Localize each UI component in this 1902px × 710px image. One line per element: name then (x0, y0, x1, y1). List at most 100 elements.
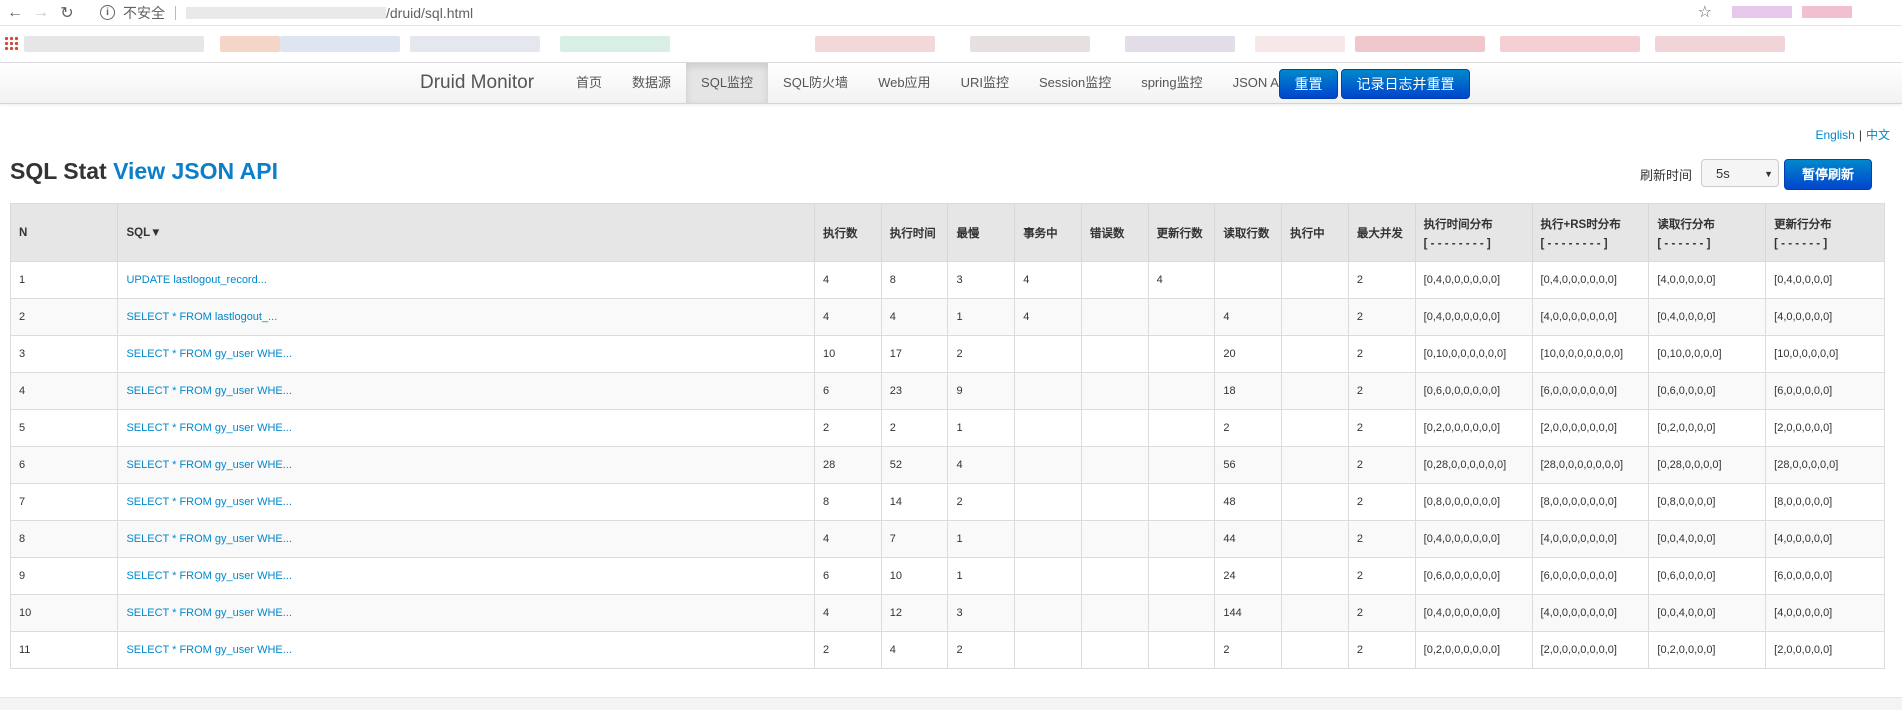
table-cell: 4 (880, 631, 948, 669)
table-cell: 18 (1214, 372, 1282, 410)
column-header[interactable]: 更新行数 (1147, 203, 1215, 262)
column-header[interactable]: 执行时间分布 [ - - - - - - - - ] (1414, 203, 1533, 262)
table-cell: 10 (9, 594, 118, 632)
column-header-range: [ - - - - - - - - ] (1540, 237, 1608, 250)
bookmark-redacted[interactable] (1125, 36, 1235, 52)
table-cell: [4,0,0,0,0,0] (1765, 520, 1885, 558)
lang-chinese-link[interactable]: 中文 (1866, 128, 1890, 142)
info-icon[interactable]: i (100, 5, 115, 20)
brand-title[interactable]: Druid Monitor (420, 72, 534, 94)
back-arrow-icon[interactable]: ← (4, 2, 26, 24)
table-cell: 3 (947, 261, 1015, 299)
table-cell (1080, 594, 1149, 632)
table-row: 1 UPDATE lastlogout_record... 4 8 3 4 4 2 [0,4,0… (9, 261, 1885, 299)
view-json-api-link[interactable]: View JSON API (113, 158, 278, 184)
bookmark-redacted[interactable] (815, 36, 935, 52)
table-cell: 2 (9, 298, 118, 336)
lang-english-link[interactable]: English (1816, 128, 1855, 142)
column-header[interactable]: N (9, 203, 118, 262)
table-header-row: N SQL▼ 执行数 执行时间 最慢 事务中 错误数 更新行数 读取行数 执行中 最大并发 执行时间分… (9, 203, 1885, 262)
bookmark-redacted[interactable] (970, 36, 1090, 52)
forward-arrow-icon[interactable]: → (30, 2, 52, 24)
sql-statement-link[interactable]: SELECT * FROM gy_user WHE... (117, 631, 815, 669)
column-header[interactable]: 错误数 (1080, 203, 1149, 262)
omnibox-divider (175, 5, 176, 20)
table-row: 3 SELECT * FROM gy_user WHE... 10 17 2 20 2 [0,… (9, 335, 1885, 373)
table-cell: [0,2,0,0,0,0] (1648, 631, 1766, 669)
sql-statement-link[interactable]: SELECT * FROM gy_user WHE... (117, 557, 815, 595)
column-header[interactable]: 执行时间 (880, 203, 948, 262)
table-row: 2 SELECT * FROM lastlogout_... 4 4 1 4 4 2 [0,4,… (9, 298, 1885, 336)
sql-statement-link[interactable]: SELECT * FROM gy_user WHE... (117, 520, 815, 558)
column-header[interactable]: SQL▼ (117, 203, 815, 262)
druid-navbar: Druid Monitor 首页 数据源 SQL监控 SQL防火墙 Web应用 … (0, 63, 1902, 104)
apps-grid-icon[interactable] (4, 36, 18, 50)
table-cell: 4 (813, 520, 882, 558)
table-cell: 5 (9, 409, 118, 447)
table-cell (1147, 335, 1215, 373)
extension-icon-redacted[interactable] (1732, 6, 1792, 18)
table-cell: 2 (1347, 335, 1416, 373)
table-cell (1080, 557, 1149, 595)
bookmark-redacted[interactable] (220, 36, 280, 52)
nav-item-webapp[interactable]: Web应用 (863, 63, 946, 103)
bookmark-redacted[interactable] (1255, 36, 1345, 52)
table-cell: 4 (1147, 261, 1215, 299)
bookmark-redacted[interactable] (1655, 36, 1785, 52)
column-header[interactable]: 执行数 (813, 203, 882, 262)
reload-icon[interactable]: ↻ (56, 2, 78, 24)
nav-item-uri[interactable]: URI监控 (946, 63, 1024, 103)
sql-statement-link[interactable]: SELECT * FROM gy_user WHE... (117, 372, 815, 410)
sql-statement-link[interactable]: SELECT * FROM gy_user WHE... (117, 483, 815, 521)
table-cell (1281, 483, 1349, 521)
column-header[interactable]: 执行中 (1281, 203, 1349, 262)
table-cell: 56 (1214, 446, 1282, 484)
nav-menu: 首页 数据源 SQL监控 SQL防火墙 Web应用 URI监控 Session监… (561, 63, 1306, 103)
nav-item-datasource[interactable]: 数据源 (617, 63, 686, 103)
table-cell: 1 (947, 520, 1015, 558)
bookmark-redacted[interactable] (560, 36, 670, 52)
column-header[interactable]: 读取行数 (1214, 203, 1282, 262)
table-cell: 2 (1347, 409, 1416, 447)
bookmark-redacted[interactable] (410, 36, 540, 52)
nav-item-sql-firewall[interactable]: SQL防火墙 (768, 63, 863, 103)
table-cell: [0,2,0,0,0,0] (1648, 409, 1766, 447)
log-and-reset-button[interactable]: 记录日志并重置 (1341, 69, 1470, 99)
column-header-label: 执行中 (1290, 227, 1325, 240)
sql-statement-link[interactable]: SELECT * FROM gy_user WHE... (117, 446, 815, 484)
url-omnibox[interactable]: i 不安全 /druid/sql.html (100, 2, 1732, 23)
table-cell (1281, 335, 1349, 373)
sql-statement-link[interactable]: SELECT * FROM gy_user WHE... (117, 335, 815, 373)
table-cell (1080, 520, 1149, 558)
table-cell: 2 (1347, 298, 1416, 336)
bookmark-redacted[interactable] (280, 36, 400, 52)
column-header[interactable]: 读取行分布 [ - - - - - - ] (1648, 203, 1766, 262)
table-cell (1080, 298, 1149, 336)
nav-item-sql[interactable]: SQL监控 (686, 63, 769, 103)
sql-statement-link[interactable]: SELECT * FROM lastlogout_... (117, 298, 815, 336)
bookmark-star-icon[interactable]: ☆ (1698, 2, 1712, 22)
column-header[interactable]: 执行+RS时分布 [ - - - - - - - - ] (1531, 203, 1649, 262)
extension-icon-redacted[interactable] (1802, 6, 1852, 18)
bookmark-redacted[interactable] (24, 36, 204, 52)
table-cell (1080, 409, 1149, 447)
table-cell (1147, 520, 1215, 558)
column-header[interactable]: 事务中 (1014, 203, 1082, 262)
bookmark-redacted[interactable] (1500, 36, 1640, 52)
sql-statement-link[interactable]: UPDATE lastlogout_record... (117, 261, 815, 299)
bookmark-redacted[interactable] (1355, 36, 1485, 52)
nav-item-spring[interactable]: spring监控 (1126, 63, 1217, 103)
nav-item-home[interactable]: 首页 (561, 63, 617, 103)
table-cell (1281, 446, 1349, 484)
pause-refresh-button[interactable]: 暂停刷新 (1784, 159, 1872, 190)
sql-statement-link[interactable]: SELECT * FROM gy_user WHE... (117, 409, 815, 447)
table-cell: [4,0,0,0,0,0,0,0] (1531, 298, 1649, 336)
column-header[interactable]: 更新行分布 [ - - - - - - ] (1765, 203, 1885, 262)
sql-statement-link[interactable]: SELECT * FROM gy_user WHE... (117, 594, 815, 632)
nav-item-session[interactable]: Session监控 (1024, 63, 1126, 103)
column-header[interactable]: 最大并发 (1347, 203, 1416, 262)
refresh-interval-select[interactable]: 5s ▼ (1701, 159, 1779, 187)
column-header[interactable]: 最慢 (947, 203, 1015, 262)
reset-button[interactable]: 重置 (1279, 69, 1338, 99)
table-cell: 2 (1347, 631, 1416, 669)
